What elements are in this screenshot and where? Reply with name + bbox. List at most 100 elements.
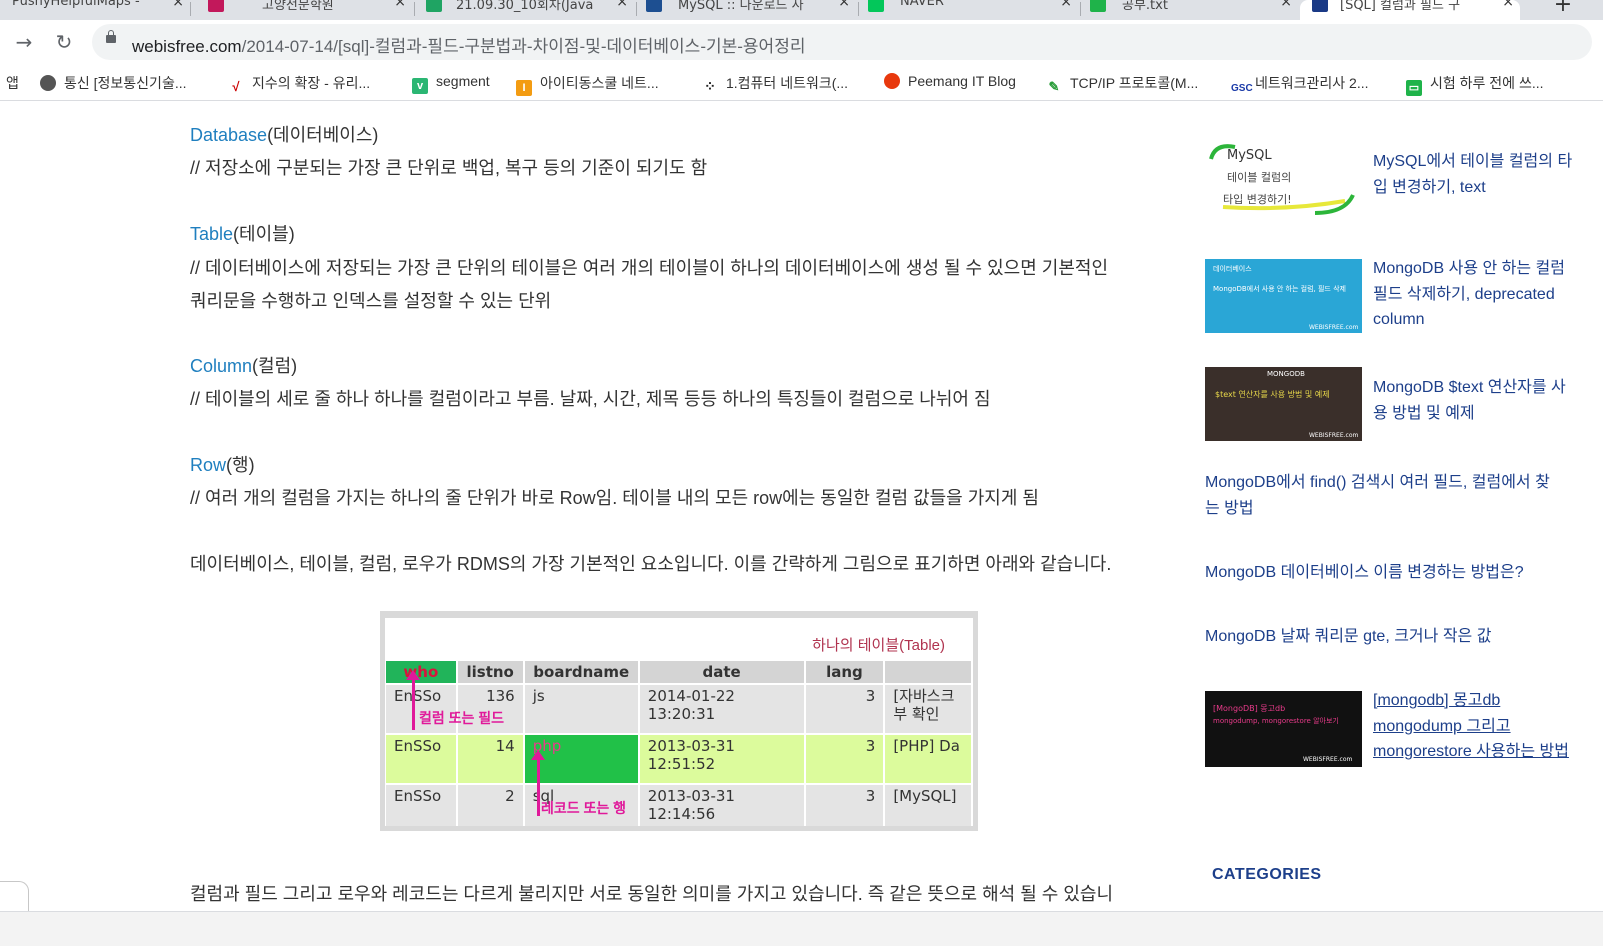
gsc-icon: GSC [1231,81,1253,97]
svg-text:$text 연산자를 사용 방법 및 예제: $text 연산자를 사용 방법 및 예제 [1215,389,1330,399]
sheets-icon [426,0,442,12]
tab-strip: PushyHelpfulMaps - × 고양전문학원 × 21.09.30_1… [0,0,1603,20]
svg-text:테이블 컬럼의: 테이블 컬럼의 [1227,171,1291,184]
school-icon: I [516,80,532,96]
tab-goyang[interactable]: 고양전문학원 × [200,0,412,20]
svg-text:WEBISFREE.com: WEBISFREE.com [1309,324,1358,331]
post-title-line: MongoDB에서 find() 검색시 여러 필드, 컬럼에서 찾 [1205,474,1550,491]
table-figure: 하나의 테이블(Table) who listno boardname date… [380,611,978,831]
tab-txt[interactable]: 공부.txt × [1090,0,1298,20]
navigation-bar: → ↻ webisfree.com/2014-07-14/[sql]-컬럼과-필… [0,20,1603,65]
post-title-line: 는 방법 [1205,499,1254,517]
post-title-line: MongoDB $text 연산자를 사 [1373,379,1566,396]
lock-icon [106,30,116,43]
bookmark-4[interactable]: I 아이티동스쿨 네트... [516,73,659,96]
tab-label: PushyHelpfulMaps - [12,0,140,9]
tab-label: NAVER [900,0,944,9]
svg-text:WEBISFREE.com: WEBISFREE.com [1309,432,1358,439]
chat-icon: ▭ [1406,80,1422,96]
table-row: EnSSo 14 php 2013-03-31 12:51:52 3 [PHP]… [386,734,973,785]
svg-text:MONGODB: MONGODB [1267,370,1305,378]
tab-java[interactable]: 21.09.30_10회차(Java × [424,0,634,20]
categories-heading: CATEGORIES [1212,866,1322,883]
post-title-line: MongoDB 데이터베이스 이름 변경하는 방법은? [1205,564,1524,581]
close-icon[interactable]: × [838,0,850,10]
term-database: Database(데이터베이스) [190,125,379,145]
tab-mysql[interactable]: MySQL :: 다운로드 사 × [646,0,856,20]
post-title-line: 용 방법 및 예제 [1373,404,1475,422]
post-thumbnail: MONGODB $text 연산자를 사용 방법 및 예제 WEBISFREE.… [1205,367,1362,441]
new-tab-button[interactable]: + [1548,0,1578,17]
tab-label: [SQL] 컬럼과 필드 구 [1340,0,1461,13]
tab-label: 고양전문학원 [262,0,334,13]
bookmark-9[interactable]: ▭ 시험 하루 전에 쓰... [1406,73,1544,96]
tab-label: MySQL :: 다운로드 사 [678,0,804,13]
post-title-line: [mongodb] 몽고db [1373,692,1501,709]
bookmark-6[interactable]: Peemang IT Blog [884,73,1016,93]
close-icon[interactable]: × [1502,0,1514,10]
header-listno: listno [456,661,525,685]
svg-text:타입 변경하기!: 타입 변경하기! [1223,192,1292,206]
close-icon[interactable]: × [616,0,628,10]
url-text: webisfree.com/2014-07-14/[sql]-컬럼과-필드-구분… [132,37,806,56]
term-row: Row(행) [190,455,255,475]
column-arrow-icon [406,670,420,730]
header-who: who [386,661,458,685]
post-title-line: MySQL에서 테이블 컬럼의 타 [1373,153,1573,170]
tab-naver[interactable]: NAVER × [868,0,1078,20]
post-title-line: mongodump 그리고 [1373,717,1511,735]
table-row: EnSSo 2 sql 2013-03-31 12:14:56 3 [MySQL… [386,784,973,826]
post-thumbnail: [MongoDB] 몽고db mongodump, mongorestore 알… [1205,691,1362,767]
figure-table: who listno boardname date lang EnSSo 136… [386,661,973,826]
close-icon[interactable]: × [394,0,406,10]
post-thumbnail: 데이터베이스 MongoDB에서 사용 안 하는 컬럼, 필드 삭제 WEBIS… [1205,259,1362,333]
dots-icon: ⁘ [702,78,718,94]
bookmark-2[interactable]: √ 지수의 확장 - 유리... [228,73,370,95]
bookmarks-bar: 앱 통신 [정보통신기술... √ 지수의 확장 - 유리... v segment… [0,65,1603,101]
tab-pushy[interactable]: PushyHelpfulMaps - × [0,0,190,20]
post-title-line: 입 변경하기, text [1373,178,1486,196]
bookmark-1[interactable]: 통신 [정보통신기술... [40,73,187,93]
post-title-line: MongoDB 날짜 쿼리문 gte, 크거나 작은 값 [1205,628,1492,645]
address-bar[interactable]: webisfree.com/2014-07-14/[sql]-컬럼과-필드-구분… [92,24,1592,60]
post-thumbnail: MySQL 테이블 컬럼의 타입 변경하기! [1205,135,1362,215]
bookmark-3[interactable]: v segment [412,73,490,94]
goyang-icon [208,0,224,12]
bookmark-apps[interactable]: 앱 [6,73,19,93]
table-desc-1: // 데이터베이스에 저장되는 가장 큰 단위의 테이블은 여러 개의 테이블이… [190,258,1109,278]
pen-icon: ✎ [1046,79,1062,95]
svg-text:데이터베이스: 데이터베이스 [1213,264,1252,273]
svg-text:MySQL: MySQL [1227,148,1272,163]
reload-button[interactable]: ↻ [50,28,78,56]
naver-icon [868,0,884,12]
column-annotation: 컬럼 또는 필드 [419,710,505,726]
post-title-line: mongorestore 사용하는 방법 [1373,743,1569,760]
tab-sql-active[interactable]: [SQL] 컬럼과 필드 구 × [1300,0,1520,20]
close-icon[interactable]: × [172,0,184,10]
post-title-line: 필드 삭제하기, deprecated [1373,285,1555,303]
forward-button[interactable]: → [10,28,38,56]
scroll-handle[interactable] [0,881,29,912]
svg-text:mongodump, mongorestore 알아보기: mongodump, mongorestore 알아보기 [1213,716,1339,725]
database-desc: // 저장소에 구분되는 가장 큰 단위로 백업, 복구 등의 기준이 되기도 … [190,158,708,178]
svg-text:WEBISFREE.com: WEBISFREE.com [1303,756,1352,763]
close-icon[interactable]: × [1280,0,1292,10]
table-desc-2: 쿼리문을 수행하고 인덱스를 설정할 수 있는 단위 [190,291,552,311]
bookmark-7[interactable]: ✎ TCP/IP 프로토콜(M... [1046,73,1198,95]
post-title-line: MongoDB 사용 안 하는 컬럼 [1373,260,1565,277]
mysql-icon [646,0,662,12]
term-column: Column(컬럼) [190,356,298,376]
summary-text: 데이터베이스, 테이블, 컬럼, 로우가 RDMS의 가장 기본적인 요소입니다… [190,554,1112,574]
bookmark-5[interactable]: ⁘ 1.컴퓨터 네트워크(... [702,73,848,94]
page-content: Database(데이터베이스) // 저장소에 구분되는 가장 큰 단위로 백… [0,101,1603,911]
close-icon[interactable]: × [1060,0,1072,10]
column-desc: // 테이블의 세로 줄 하나 하나를 컬럼이라고 부름. 날짜, 시간, 제목… [190,389,991,409]
v-icon: v [412,78,428,94]
math-icon: √ [228,79,244,95]
bookmark-8[interactable]: GSC 네트워크관리사 2... [1231,73,1369,97]
svg-text:[MongoDB] 몽고db: [MongoDB] 몽고db [1213,704,1285,713]
record-arrow-icon [531,750,545,816]
status-bar [0,911,1603,946]
record-annotation: 레코드 또는 행 [541,800,627,816]
webisfree-icon [1312,0,1328,12]
